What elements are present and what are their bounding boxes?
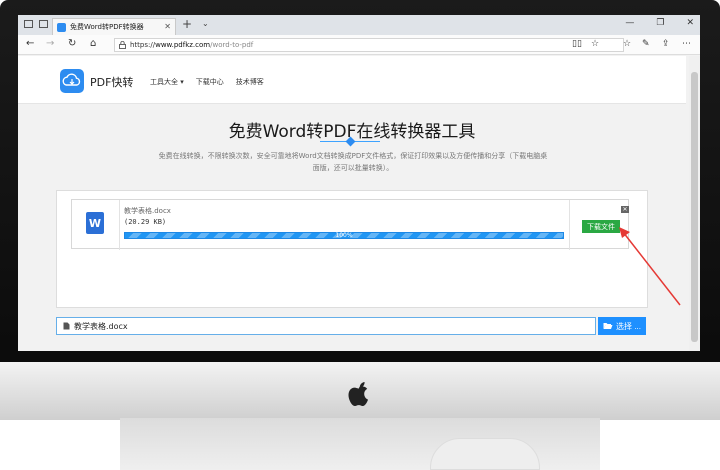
menu-item-tools[interactable]: 工具大全 ▾ <box>150 77 184 87</box>
choose-file-label: 选择 ... <box>616 321 641 331</box>
share-icon[interactable]: ⇪ <box>662 39 670 49</box>
logo-text[interactable]: PDF快转 <box>90 74 133 90</box>
site-header: PDF快转 工具大全 ▾ 下载中心 技术博客 <box>18 56 686 104</box>
minimize-button[interactable]: — <box>625 18 634 28</box>
word-file-icon: W <box>86 212 104 234</box>
tab-active[interactable]: 免费Word转PDF转换器 ✕ <box>52 18 176 35</box>
home-button[interactable]: ⌂ <box>90 38 96 49</box>
scrollbar-thumb[interactable] <box>691 72 698 342</box>
new-tab-button[interactable]: + <box>182 17 192 31</box>
favicon-icon <box>57 22 66 32</box>
upload-area[interactable]: W 教学表格.docx (20.29 KB) 100% 下载文件 ✕ <box>56 190 648 308</box>
reading-view-icon[interactable]: ▯▯ <box>572 39 582 49</box>
file-card: W 教学表格.docx (20.29 KB) 100% 下载文件 ✕ <box>71 199 629 250</box>
choose-file-button[interactable]: 选择 ... <box>598 317 646 335</box>
url-scheme: https:// <box>130 41 156 49</box>
main-menu: 工具大全 ▾ 下载中心 技术博客 <box>150 77 264 87</box>
progress-bar: 100% <box>124 232 564 239</box>
url-host: www.pdfkz.com <box>155 41 211 49</box>
window-controls: — ❐ ✕ <box>625 18 694 28</box>
url-input[interactable]: https://www.pdfkz.com/word-to-pdf <box>114 38 624 52</box>
pen-icon[interactable]: ✎ <box>642 39 650 49</box>
page-scrollbar[interactable] <box>689 56 700 351</box>
maximize-button[interactable]: ❐ <box>656 18 664 28</box>
file-input-value: 教学表格.docx <box>74 321 128 331</box>
tab-list-icon[interactable] <box>24 20 33 28</box>
file-input[interactable]: 教学表格.docx <box>56 317 596 335</box>
lock-icon <box>119 41 126 49</box>
url-path: /word-to-pdf <box>210 41 254 49</box>
forward-button[interactable]: → <box>46 38 54 49</box>
more-icon[interactable]: ⋯ <box>682 39 691 49</box>
back-button[interactable]: ← <box>26 38 34 49</box>
apple-logo-icon <box>348 382 368 406</box>
tab-close-icon[interactable]: ✕ <box>164 22 171 31</box>
address-bar-row: ← → ↻ ⌂ https://www.pdfkz.com/word-to-pd… <box>18 35 700 55</box>
screen: 免费Word转PDF转换器 ✕ + ⌄ — ❐ ✕ ← → ↻ ⌂ https:… <box>18 15 700 351</box>
hand-on-keyboard <box>430 438 540 470</box>
file-size: (20.29 KB) <box>124 218 167 226</box>
chevron-down-icon[interactable]: ⌄ <box>202 19 209 28</box>
tab-bar: 免费Word转PDF转换器 ✕ + ⌄ — ❐ ✕ <box>18 15 700 35</box>
download-file-button[interactable]: 下载文件 <box>582 220 620 233</box>
folder-open-icon <box>603 323 613 329</box>
file-input-row: 教学表格.docx 选择 ... <box>56 317 648 335</box>
divider <box>569 200 570 250</box>
close-window-button[interactable]: ✕ <box>686 18 694 28</box>
divider <box>119 200 120 250</box>
tab-actions <box>24 20 48 28</box>
logo-icon[interactable] <box>60 69 84 93</box>
page-description: 免费在线转换，不限转换次数，安全可靠地将Word文档转换成PDF文件格式，保证打… <box>158 152 548 172</box>
tab-title: 免费Word转PDF转换器 <box>70 23 144 31</box>
file-name: 教学表格.docx <box>124 207 171 215</box>
favorites-icon[interactable]: ☆ <box>623 39 631 49</box>
main-content: 免费Word转PDF在线转换器工具 免费在线转换，不限转换次数，安全可靠地将Wo… <box>18 105 686 351</box>
progress-text: 100% <box>335 232 353 239</box>
file-icon <box>63 322 70 330</box>
menu-item-downloads[interactable]: 下载中心 <box>196 77 224 87</box>
refresh-button[interactable]: ↻ <box>68 38 76 49</box>
menu-item-blog[interactable]: 技术博客 <box>236 77 264 87</box>
favorite-star-icon[interactable]: ☆ <box>591 39 599 49</box>
remove-file-icon[interactable]: ✕ <box>621 206 629 213</box>
tab-aside-icon[interactable] <box>39 20 48 28</box>
